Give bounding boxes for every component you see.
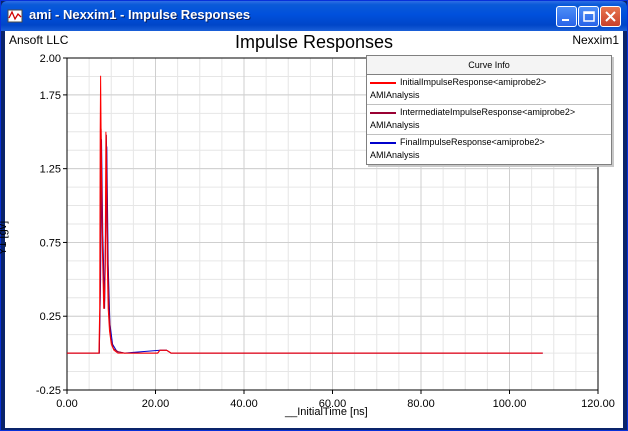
legend-entry-analysis: AMIAnalysis	[370, 150, 420, 160]
y-tick-label: 0.75	[40, 237, 61, 249]
legend-swatch	[370, 112, 396, 114]
maximize-icon	[583, 11, 595, 22]
y-tick-label: 0.25	[40, 311, 61, 323]
y-tick-label: -0.25	[36, 385, 61, 397]
x-tick-label: 20.00	[142, 398, 170, 410]
x-tick-label: 80.00	[407, 398, 435, 410]
minimize-button[interactable]	[556, 6, 577, 27]
legend-entry-initial[interactable]: InitialImpulseResponse<amiprobe2> AMIAna…	[367, 75, 611, 105]
legend-swatch	[370, 142, 396, 144]
app-icon[interactable]	[7, 8, 23, 24]
title-bar[interactable]: ami - Nexxim1 - Impulse Responses	[1, 1, 627, 31]
design-name-label: Nexxim1	[572, 33, 619, 47]
x-axis-label: __InitialTime [ns]	[285, 406, 368, 418]
plot-area: 0.00 20.00 40.00 60.00 80.00 100.00 120.00 -0.2…	[0, 31, 623, 428]
legend-entry-name: InitialImpulseResponse<amiprobe2>	[400, 77, 547, 87]
y-tick-label: 1.25	[40, 164, 61, 176]
close-button[interactable]	[600, 6, 621, 27]
close-icon	[605, 11, 616, 22]
window-title: ami - Nexxim1 - Impulse Responses	[29, 7, 251, 22]
legend-entry-final[interactable]: FinalImpulseResponse<amiprobe2> AMIAnaly…	[367, 135, 611, 164]
y-tick-label: 1.75	[40, 90, 61, 102]
legend-entry-name: IntermediateImpulseResponse<amiprobe2>	[400, 107, 576, 117]
legend-header: Curve Info	[367, 56, 611, 75]
minimize-icon	[562, 19, 569, 21]
maximize-button[interactable]	[578, 6, 599, 27]
legend-entry-analysis: AMIAnalysis	[370, 90, 420, 100]
legend-entry-name: FinalImpulseResponse<amiprobe2>	[400, 137, 545, 147]
y-tick-label: 2.00	[40, 53, 61, 65]
legend-swatch	[370, 82, 396, 84]
curve-info-legend[interactable]: Curve Info InitialImpulseResponse<amipro…	[366, 55, 612, 165]
chart-title: Impulse Responses	[234, 32, 394, 52]
legend-entry-analysis: AMIAnalysis	[370, 120, 420, 130]
app-window: ami - Nexxim1 - Impulse Responses 0.00 20…	[0, 0, 628, 431]
x-tick-label: 120.00	[581, 398, 615, 410]
x-tick-label: 0.00	[56, 398, 77, 410]
y-axis-label: Y1 [gv]	[0, 220, 9, 255]
legend-entry-intermediate[interactable]: IntermediateImpulseResponse<amiprobe2> A…	[367, 105, 611, 135]
x-tick-label: 100.00	[493, 398, 527, 410]
x-tick-label: 40.00	[230, 398, 258, 410]
